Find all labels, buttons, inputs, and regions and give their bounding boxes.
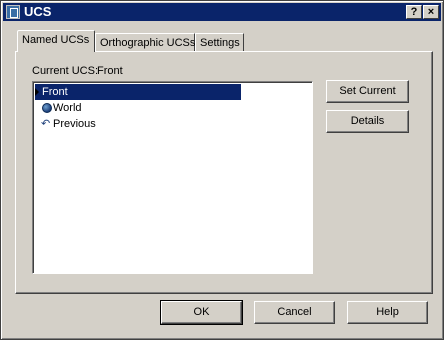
current-arrow-icon xyxy=(35,88,39,96)
named-ucss-panel: Current UCS: Front Front World ↶ Previou… xyxy=(15,51,433,294)
list-item-previous[interactable]: ↶ Previous xyxy=(35,116,241,132)
help-titlebar-button[interactable]: ? xyxy=(406,5,422,19)
list-item-label: Previous xyxy=(53,118,96,130)
title-bar[interactable]: UCS ? × xyxy=(3,3,441,21)
close-titlebar-button[interactable]: × xyxy=(423,5,439,19)
tab-orthographic-ucss[interactable]: Orthographic UCSs xyxy=(95,33,195,52)
app-icon xyxy=(6,5,20,19)
current-ucs-value: Front xyxy=(97,65,123,77)
undo-arrow-icon: ↶ xyxy=(41,118,51,130)
current-ucs-label: Current UCS: xyxy=(32,65,99,77)
ok-button[interactable]: OK xyxy=(160,300,243,325)
tab-settings[interactable]: Settings xyxy=(195,33,244,52)
details-button[interactable]: Details xyxy=(326,110,409,133)
list-item-label: World xyxy=(53,102,82,114)
tab-named-ucss[interactable]: Named UCSs xyxy=(17,30,95,52)
set-current-button[interactable]: Set Current xyxy=(326,80,409,103)
globe-icon xyxy=(42,103,52,113)
cancel-button[interactable]: Cancel xyxy=(254,301,335,324)
window-title: UCS xyxy=(24,4,52,19)
help-button[interactable]: Help xyxy=(347,301,428,324)
list-item-label: Front xyxy=(42,86,68,98)
ucs-dialog: UCS ? × Named UCSs Orthographic UCSs Set… xyxy=(0,0,444,340)
ucs-listbox[interactable]: Front World ↶ Previous xyxy=(32,81,313,274)
list-item-world[interactable]: World xyxy=(35,100,241,116)
list-item-front[interactable]: Front xyxy=(35,84,241,100)
